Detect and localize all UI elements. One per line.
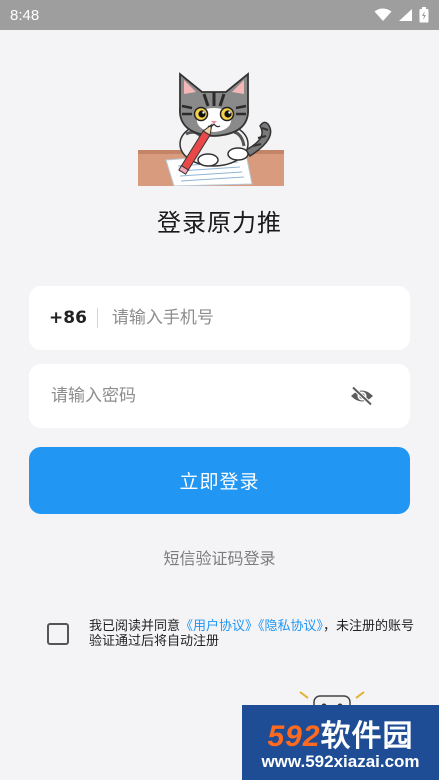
page-title: 登录原力推 (157, 209, 282, 237)
cat-illustration (138, 72, 284, 186)
watermark-brand-text: 软件园 (320, 720, 414, 753)
wifi-icon (374, 8, 392, 21)
battery-icon (419, 7, 429, 23)
status-time: 8:48 (10, 6, 40, 24)
watermark-url: www.592xiazai.com (261, 752, 420, 771)
watermark-brand-num: 592 (267, 720, 321, 753)
watermark-brand: 592软件园 (242, 711, 439, 755)
signal-icon (399, 9, 412, 21)
phone-input[interactable] (109, 307, 410, 329)
status-icons (374, 7, 429, 23)
agreement-prefix: 我已阅读并同意 (89, 619, 181, 634)
login-button[interactable]: 立即登录 (29, 447, 410, 514)
field-divider (96, 308, 98, 328)
agreement-row: 我已阅读并同意《用户协议》《隐私协议》，未注册的账号验证通过后将自动注册 (47, 619, 417, 649)
sms-login-link[interactable]: 短信验证码登录 (0, 545, 439, 569)
agreement-text: 我已阅读并同意《用户协议》《隐私协议》，未注册的账号验证通过后将自动注册 (89, 619, 417, 649)
phone-field[interactable]: +86 (29, 286, 410, 350)
eye-off-icon[interactable] (350, 386, 374, 406)
country-code[interactable]: +86 (49, 308, 87, 328)
user-agreement-link[interactable]: 《用户协议》 (180, 619, 258, 634)
watermark-logo: 592软件园 www.592xiazai.com (242, 705, 439, 780)
status-bar: 8:48 (0, 0, 439, 30)
privacy-agreement-link[interactable]: 《隐私协议》 (258, 619, 323, 634)
password-field[interactable] (29, 364, 410, 428)
agreement-checkbox[interactable] (47, 623, 69, 645)
password-input[interactable] (49, 385, 350, 407)
